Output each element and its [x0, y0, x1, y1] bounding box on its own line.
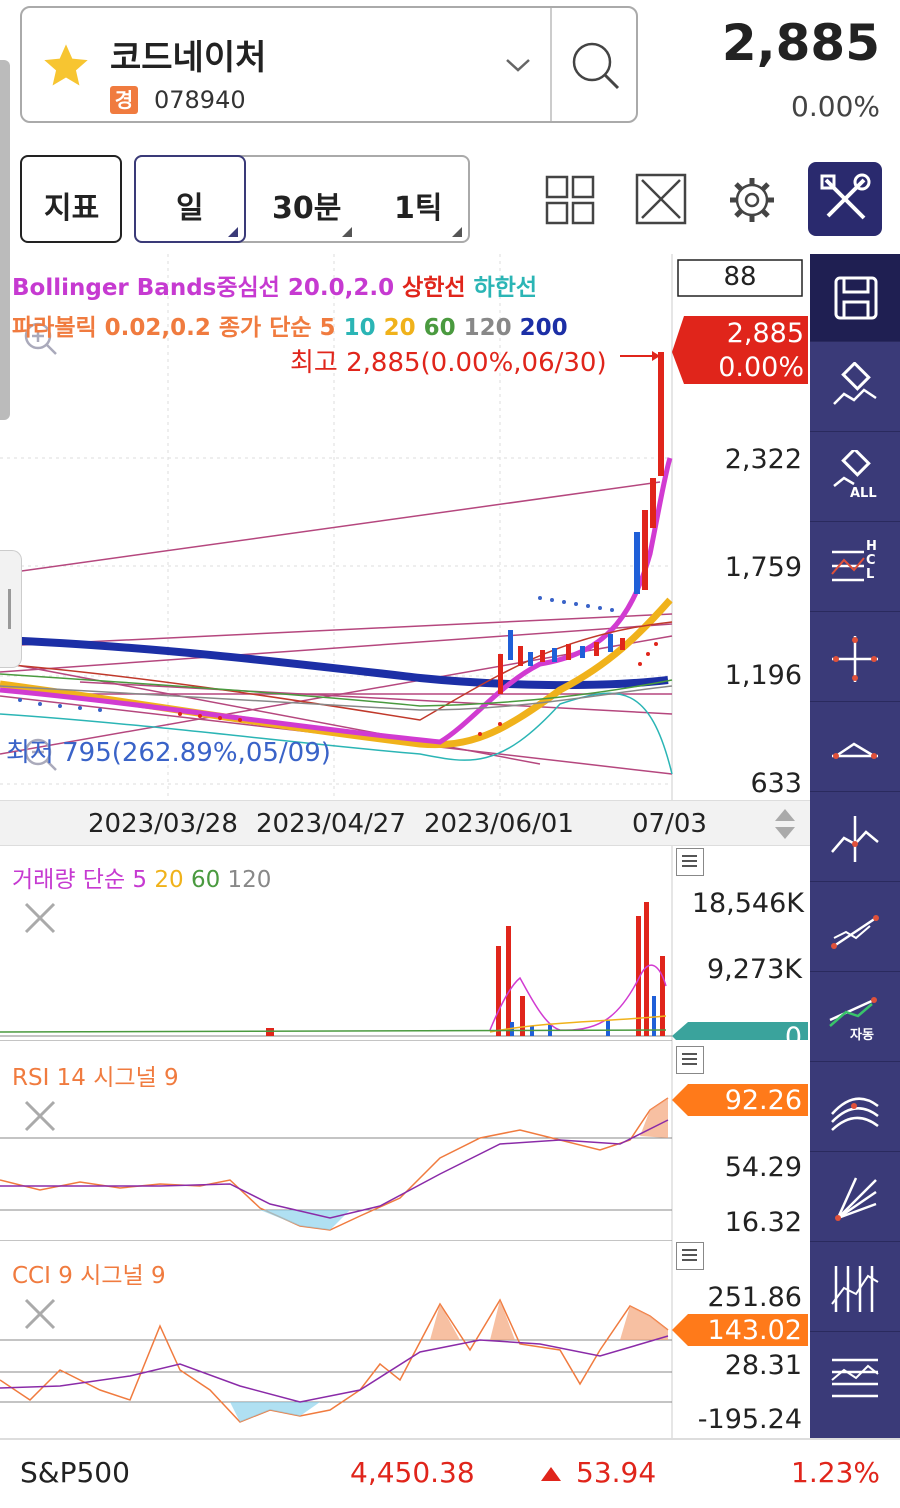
- search-icon[interactable]: [568, 38, 624, 94]
- market-badge: 경: [110, 86, 138, 114]
- dropdown-corner-icon: [342, 227, 352, 237]
- vertical-lines-icon: [831, 1266, 879, 1312]
- high-annotation: 최고 2,885(0.00%,06/30): [290, 348, 607, 378]
- stock-code: 078940: [154, 86, 246, 114]
- y-label: 9,273K: [706, 954, 802, 985]
- eraser-all-button[interactable]: ALL: [810, 434, 900, 522]
- x-label: 2023/03/28: [88, 809, 238, 839]
- period-tick-button[interactable]: 1틱: [358, 157, 468, 241]
- pane-menu-button[interactable]: [676, 1242, 704, 1270]
- pane-menu-button[interactable]: [676, 1046, 704, 1074]
- index-value: 4,450.38: [350, 1456, 475, 1489]
- diagonal-line-button[interactable]: [810, 884, 900, 972]
- pane-menu-button[interactable]: [676, 848, 704, 876]
- crosshair-icon: [832, 636, 878, 682]
- eraser-icon: [833, 362, 877, 405]
- y-label: 251.86: [707, 1282, 802, 1313]
- index-change-pct: 1.23%: [791, 1456, 880, 1489]
- close-icon: [24, 1298, 56, 1330]
- index-name: S&P500: [20, 1456, 130, 1489]
- crosshair-button[interactable]: [810, 614, 900, 702]
- grid-icon[interactable]: [544, 174, 596, 226]
- hcl-line-icon: [831, 550, 865, 582]
- cross-point-button[interactable]: [810, 794, 900, 882]
- volume-legend: 거래량 단순 5 20 60 120: [12, 867, 272, 893]
- rsi-current-value: 92.26: [724, 1085, 802, 1116]
- index-change: 53.94: [576, 1456, 657, 1489]
- y-label: 54.29: [724, 1152, 802, 1183]
- menu-icon: [682, 855, 697, 867]
- y-label: 18,546K: [691, 888, 804, 919]
- x-axis[interactable]: 2023/03/28 2023/04/27 2023/06/01 07/03: [0, 800, 810, 846]
- tools-button[interactable]: [808, 162, 882, 236]
- auto-trendline-button[interactable]: 자동: [810, 974, 900, 1062]
- index-ticker[interactable]: S&P500 4,450.38 53.94 1.23%: [0, 1438, 900, 1508]
- y-label: 16.32: [724, 1207, 802, 1238]
- save-icon: [834, 276, 878, 320]
- horizontal-lines-button[interactable]: [810, 1334, 900, 1422]
- hcl-line-button[interactable]: HCL: [810, 524, 900, 612]
- fan-button[interactable]: [810, 1064, 900, 1152]
- x-label: 07/03: [632, 809, 707, 839]
- x-label: 2023/06/01: [424, 809, 574, 839]
- y-label: 28.31: [724, 1350, 802, 1381]
- price-tag-value: 2,885: [726, 318, 804, 349]
- close-icon: [24, 902, 56, 934]
- indicator-button[interactable]: 지표: [20, 155, 122, 243]
- expand-icon[interactable]: [634, 172, 688, 226]
- diagonal-line-icon: [831, 915, 879, 949]
- current-price: 2,885: [721, 14, 880, 72]
- vertical-lines-button[interactable]: [810, 1244, 900, 1332]
- y-label: 1,196: [724, 660, 802, 691]
- trendline-button[interactable]: [810, 704, 900, 792]
- cci-current-value: 143.02: [707, 1315, 802, 1346]
- y-label: -195.24: [697, 1404, 802, 1435]
- dropdown-corner-icon: [452, 227, 462, 237]
- y-label: 633: [750, 768, 802, 799]
- dropdown-corner-icon: [228, 227, 238, 237]
- low-annotation: 최저 795(262.89%,05/09): [6, 738, 331, 768]
- tools-icon: [820, 173, 871, 220]
- x-label: 2023/04/27: [256, 809, 406, 839]
- menu-icon: [682, 1053, 697, 1065]
- y-label: 1,759: [724, 552, 802, 583]
- stock-selector[interactable]: 코드네이처 경 078940: [20, 6, 638, 123]
- cross-point-icon: [831, 816, 879, 862]
- horizontal-lines-icon: [831, 1358, 879, 1398]
- y-label: 2,322: [724, 444, 802, 475]
- fan-icon: [831, 1097, 879, 1131]
- speed-line-button[interactable]: [810, 1154, 900, 1242]
- menu-icon: [682, 1249, 697, 1261]
- close-icon: [24, 1100, 56, 1132]
- scroll-arrows-icon[interactable]: [772, 805, 798, 843]
- gear-icon[interactable]: [726, 174, 778, 226]
- drawing-tools-sidebar: ALL HCL 자동: [810, 254, 900, 1438]
- price-change: 0.00%: [791, 90, 880, 123]
- trendline-icon: [832, 742, 878, 759]
- period-30min-button[interactable]: 30분: [248, 157, 358, 241]
- eraser-button[interactable]: [810, 344, 900, 432]
- star-icon[interactable]: [40, 40, 92, 92]
- bb-legend: Bollinger Bands중심선 20.0,2.0 상한선 하한선: [12, 275, 538, 301]
- divider: [550, 8, 552, 121]
- price-tag-change: 0.00%: [718, 352, 804, 383]
- up-triangle-icon: [541, 1467, 561, 1481]
- left-scroll-handle[interactable]: [0, 60, 10, 420]
- speed-line-icon: [835, 1177, 877, 1221]
- visible-count[interactable]: 88: [678, 262, 802, 292]
- save-button[interactable]: [810, 254, 900, 342]
- period-day-button[interactable]: 일: [134, 155, 246, 243]
- side-panel-handle[interactable]: [0, 550, 22, 668]
- period-group: 일 30분 1틱: [134, 155, 470, 243]
- ma-legend: 파라볼릭 0.02,0.2 종가 단순 5 10 20 60 120 200: [12, 315, 568, 341]
- cci-legend: CCI 9 시그널 9: [12, 1263, 166, 1289]
- stock-name: 코드네이처: [110, 38, 267, 78]
- rsi-legend: RSI 14 시그널 9: [12, 1065, 179, 1091]
- chevron-down-icon[interactable]: [504, 56, 532, 74]
